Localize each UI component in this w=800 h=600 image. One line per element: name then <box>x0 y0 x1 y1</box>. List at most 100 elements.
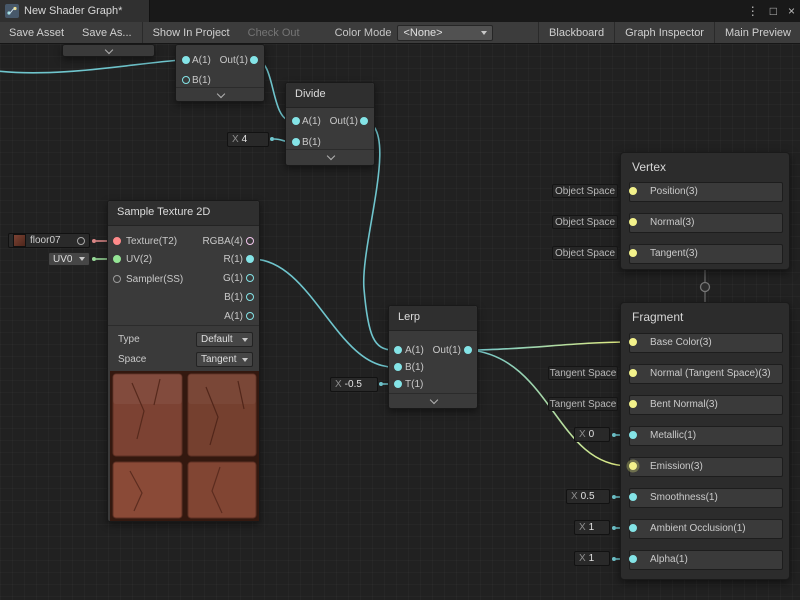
node-header[interactable]: Divide <box>286 83 374 108</box>
field-value[interactable]: 1 <box>589 553 599 564</box>
node-header[interactable]: Sample Texture 2D <box>108 201 259 226</box>
chevron-down-icon[interactable] <box>326 153 336 161</box>
port-sample-uv[interactable] <box>113 255 121 263</box>
port-vertex-tangent[interactable] <box>629 249 637 257</box>
port-fragment-normal-ts[interactable] <box>629 369 637 377</box>
port-lerp-t[interactable] <box>394 380 402 388</box>
vertex-block[interactable]: Vertex Position(3) Normal(3) Tangent(3) <box>620 152 790 270</box>
fragment-row-bent-normal[interactable]: Bent Normal(3) <box>629 395 783 415</box>
port-label-r: R(1) <box>224 254 243 265</box>
color-mode-dropdown[interactable]: <None> <box>397 25 493 41</box>
port-lerp-a[interactable] <box>394 346 402 354</box>
port-lerp-out[interactable] <box>464 346 472 354</box>
texture-asset-field[interactable]: floor07 <box>8 233 90 248</box>
fragment-row-smoothness[interactable]: Smoothness(1) <box>629 488 783 508</box>
tangent-space-chip[interactable]: Object Space <box>552 246 618 260</box>
lerp-t-value-field[interactable]: X -0.5 <box>330 377 378 392</box>
space-dropdown[interactable]: Tangent <box>196 352 253 367</box>
field-value[interactable]: 0 <box>589 429 599 440</box>
port-sample-b[interactable] <box>246 293 254 301</box>
field-axis-label: X <box>228 134 242 145</box>
fragment-row-ambient-occlusion[interactable]: Ambient Occlusion(1) <box>629 519 783 539</box>
port-sample-g[interactable] <box>246 274 254 282</box>
port-fragment-emission[interactable] <box>629 462 637 470</box>
graph-inspector-toggle-button[interactable]: Graph Inspector <box>616 22 713 43</box>
save-asset-button[interactable]: Save Asset <box>0 22 73 43</box>
chevron-down-icon[interactable] <box>429 397 439 405</box>
multiply-node-partial[interactable]: A(1) B(1) Out(1) <box>175 44 265 102</box>
vertex-row-position[interactable]: Position(3) <box>629 182 783 202</box>
port-fragment-bent-normal[interactable] <box>629 400 637 408</box>
fragment-row-base-color[interactable]: Base Color(3) <box>629 333 783 353</box>
port-multiply-out[interactable] <box>250 56 258 64</box>
divide-b-value-field[interactable]: X 4 <box>227 132 269 147</box>
row-label: Smoothness(1) <box>650 492 718 503</box>
port-fragment-metallic[interactable] <box>629 431 637 439</box>
fragment-row-emission[interactable]: Emission(3) <box>629 457 783 477</box>
type-dropdown[interactable]: Default <box>196 332 253 347</box>
port-sample-a[interactable] <box>246 312 254 320</box>
node-divider <box>108 325 259 326</box>
port-sample-rgba[interactable] <box>246 237 254 245</box>
maximize-button[interactable]: □ <box>770 0 777 22</box>
metallic-value-field[interactable]: X 0 <box>574 427 610 442</box>
more-menu-button[interactable]: ⋮ <box>747 0 759 22</box>
edge-lerp-to-base-color[interactable] <box>470 342 629 350</box>
port-sample-texture[interactable] <box>113 237 121 245</box>
port-fragment-base-color[interactable] <box>629 338 637 346</box>
fragment-row-alpha[interactable]: Alpha(1) <box>629 550 783 570</box>
port-divide-b[interactable] <box>292 138 300 146</box>
block-group-link-handle[interactable] <box>701 283 710 292</box>
position-space-chip[interactable]: Object Space <box>552 184 618 198</box>
sample-texture-2d-node[interactable]: Sample Texture 2D Texture(T2) UV(2) Samp… <box>107 200 260 522</box>
port-multiply-b[interactable] <box>182 76 190 84</box>
lerp-node[interactable]: Lerp A(1) B(1) T(1) Out(1) <box>388 305 478 409</box>
chevron-down-icon[interactable] <box>104 47 114 55</box>
alpha-value-field[interactable]: X 1 <box>574 551 610 566</box>
vertex-row-tangent[interactable]: Tangent(3) <box>629 244 783 264</box>
fragment-row-metallic[interactable]: Metallic(1) <box>629 426 783 446</box>
field-value[interactable]: 4 <box>242 134 252 145</box>
field-value[interactable]: 0.5 <box>581 491 599 502</box>
port-label-b: B(1) <box>405 362 424 373</box>
port-fragment-smoothness[interactable] <box>629 493 637 501</box>
chevron-down-icon[interactable] <box>216 91 226 99</box>
smoothness-value-field[interactable]: X 0.5 <box>566 489 610 504</box>
collapsed-node-stub[interactable] <box>62 44 155 57</box>
normal-space-chip[interactable]: Object Space <box>552 215 618 229</box>
port-vertex-normal[interactable] <box>629 218 637 226</box>
fragment-block[interactable]: Fragment Base Color(3) Normal (Tangent S… <box>620 302 790 580</box>
fragment-row-normal-ts[interactable]: Normal (Tangent Space)(3) <box>629 364 783 384</box>
ambient-occlusion-value-field[interactable]: X 1 <box>574 520 610 535</box>
port-divide-a[interactable] <box>292 117 300 125</box>
edge-input-to-multiply-a[interactable] <box>0 60 182 73</box>
field-value[interactable]: -0.5 <box>345 379 366 390</box>
node-header[interactable]: Lerp <box>389 306 477 331</box>
close-button[interactable]: × <box>788 0 795 22</box>
port-divide-out[interactable] <box>360 117 368 125</box>
bent-normal-space-chip[interactable]: Tangent Space <box>548 397 618 411</box>
row-label: Normal (Tangent Space)(3) <box>650 368 771 379</box>
port-sample-r[interactable] <box>246 255 254 263</box>
port-multiply-a[interactable] <box>182 56 190 64</box>
blackboard-toggle-button[interactable]: Blackboard <box>540 22 613 43</box>
color-mode-label: Color Mode <box>309 22 398 43</box>
port-fragment-alpha[interactable] <box>629 555 637 563</box>
main-preview-toggle-button[interactable]: Main Preview <box>716 22 800 43</box>
normal-ts-space-chip[interactable]: Tangent Space <box>548 366 618 380</box>
chip-label: Object Space <box>555 217 615 228</box>
port-vertex-position[interactable] <box>629 187 637 195</box>
field-axis-label: X <box>575 553 589 564</box>
edge-sample-r-to-lerp-b[interactable] <box>252 259 393 367</box>
show-in-project-button[interactable]: Show In Project <box>144 22 239 43</box>
field-value[interactable]: 1 <box>589 522 599 533</box>
port-fragment-ambient-occlusion[interactable] <box>629 524 637 532</box>
save-as-button[interactable]: Save As... <box>73 22 141 43</box>
port-lerp-b[interactable] <box>394 363 402 371</box>
object-picker-icon[interactable] <box>77 237 85 245</box>
graph-tab[interactable]: New Shader Graph* <box>0 0 150 22</box>
port-sample-sampler[interactable] <box>113 275 121 283</box>
uv-channel-dropdown[interactable]: UV0 <box>48 252 90 266</box>
vertex-row-normal[interactable]: Normal(3) <box>629 213 783 233</box>
graph-canvas[interactable]: A(1) B(1) Out(1) Divide A(1) B(1) Out(1)… <box>0 44 800 600</box>
